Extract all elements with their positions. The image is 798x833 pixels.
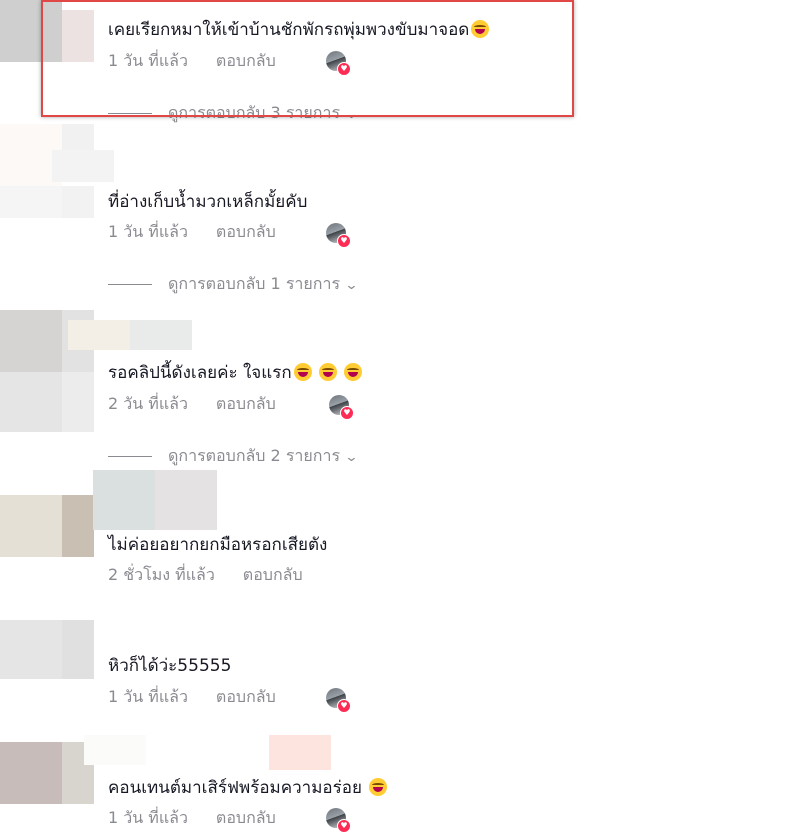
comment-meta: 1 วัน ที่แล้ว ตอบกลับ	[108, 686, 276, 708]
avatar	[62, 495, 94, 557]
avatar	[0, 372, 62, 432]
view-replies-button[interactable]: ดูการตอบกลับ 1 รายการ ⌄	[108, 273, 359, 295]
avatar	[84, 735, 146, 765]
avatar	[0, 186, 62, 218]
comment-meta: 1 วัน ที่แล้ว ตอบกลับ	[108, 221, 276, 243]
highlight-box	[41, 0, 574, 117]
avatar	[130, 320, 192, 350]
avatar	[62, 124, 94, 150]
avatar	[155, 470, 217, 530]
chevron-down-icon: ⌄	[344, 450, 359, 465]
comment-time: 1 วัน ที่แล้ว	[108, 687, 188, 706]
avatar	[269, 735, 331, 770]
comment-meta: 2 วัน ที่แล้ว ตอบกลับ	[108, 393, 276, 415]
avatar	[62, 186, 94, 218]
creator-liked-badge[interactable]: ♥	[326, 223, 351, 248]
comment-time: 1 วัน ที่แล้ว	[108, 808, 188, 827]
comment-text: ที่อ่างเก็บน้ำมวกเหล็กมั้ยคับ	[108, 192, 308, 212]
creator-liked-badge[interactable]: ♥	[329, 395, 354, 420]
laughing-face-icon	[344, 363, 363, 381]
avatar	[68, 320, 130, 350]
avatar[interactable]	[0, 620, 62, 679]
divider	[108, 284, 152, 285]
avatar	[62, 372, 94, 432]
view-replies-label: ดูการตอบกลับ 2 รายการ	[168, 446, 341, 465]
chevron-down-icon: ⌄	[344, 278, 359, 293]
heart-icon: ♥	[337, 234, 351, 248]
avatar[interactable]	[0, 495, 62, 557]
avatar	[52, 150, 114, 182]
comment-text: หิวก็ได้ว่ะ55555	[108, 656, 232, 676]
laughing-face-icon	[293, 363, 312, 381]
laughing-face-icon	[319, 363, 338, 381]
comment-time: 1 วัน ที่แล้ว	[108, 222, 188, 241]
reply-button[interactable]: ตอบกลับ	[216, 394, 276, 413]
heart-icon: ♥	[337, 699, 351, 713]
comment-text: คอนเทนต์มาเสิร์ฟพร้อมความอร่อย	[108, 777, 388, 799]
avatar[interactable]	[0, 310, 62, 372]
comment-text: ไม่ค่อยอยากยกมือหรอกเสียตัง	[108, 535, 328, 555]
divider	[108, 456, 152, 457]
avatar	[93, 470, 155, 530]
reply-button[interactable]: ตอบกลับ	[216, 687, 276, 706]
comment-meta: 1 วัน ที่แล้ว ตอบกลับ	[108, 807, 276, 829]
comment-time: 2 ชั่วโมง ที่แล้ว	[108, 565, 215, 584]
view-replies-label: ดูการตอบกลับ 1 รายการ	[168, 274, 341, 293]
reply-button[interactable]: ตอบกลับ	[216, 808, 276, 827]
creator-liked-badge[interactable]: ♥	[326, 688, 351, 713]
heart-icon: ♥	[340, 406, 354, 420]
comment-meta: 2 ชั่วโมง ที่แล้ว ตอบกลับ	[108, 564, 303, 586]
view-replies-button[interactable]: ดูการตอบกลับ 2 รายการ ⌄	[108, 445, 359, 467]
comment-text: รอคลิปนี้ดังเลยค่ะ ใจแรก	[108, 362, 363, 384]
reply-button[interactable]: ตอบกลับ	[243, 565, 303, 584]
heart-icon: ♥	[337, 819, 351, 833]
laughing-face-icon	[369, 778, 388, 796]
comment-time: 2 วัน ที่แล้ว	[108, 394, 188, 413]
reply-button[interactable]: ตอบกลับ	[216, 222, 276, 241]
avatar	[62, 620, 94, 679]
avatar[interactable]	[0, 742, 62, 804]
